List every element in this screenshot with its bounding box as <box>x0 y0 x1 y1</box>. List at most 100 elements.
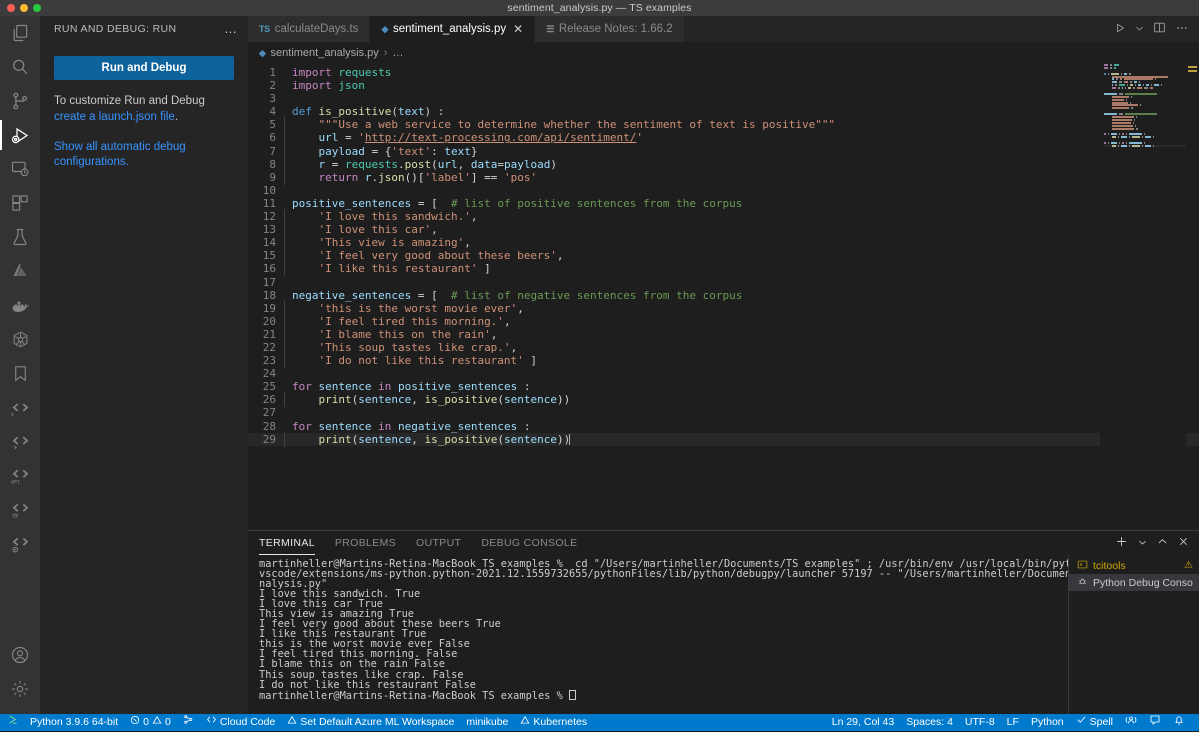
code-line[interactable]: 7 payload = {'text': text} <box>248 145 1199 158</box>
code-line[interactable]: 10 <box>248 184 1199 197</box>
sidebar-item-run-and-debug[interactable] <box>0 118 40 152</box>
code-content[interactable]: 1import requests2import json34def is_pos… <box>248 64 1199 446</box>
editor-tab-calculateDays[interactable]: TS calculateDays.ts <box>248 16 370 42</box>
code-editor[interactable]: 1import requests2import json34def is_pos… <box>248 64 1199 530</box>
close-window-button[interactable] <box>7 4 15 12</box>
code-line[interactable]: 15 'I feel very good about these beers', <box>248 249 1199 262</box>
sidebar-item-settings-sync[interactable] <box>0 526 40 560</box>
sidebar-item-search[interactable] <box>0 50 40 84</box>
status-spell-checker[interactable]: Spell <box>1070 714 1119 731</box>
sidebar-item-remote-explorer[interactable] <box>0 152 40 186</box>
panel-tab-terminal[interactable]: TERMINAL <box>259 531 325 555</box>
status-live-share-session[interactable] <box>1119 714 1143 731</box>
status-end-of-line[interactable]: LF <box>1001 714 1025 731</box>
maximize-window-button[interactable] <box>33 4 41 12</box>
code-line[interactable]: 21 'I blame this on the rain', <box>248 328 1199 341</box>
status-live-share[interactable] <box>177 714 200 731</box>
code-line[interactable]: 14 'This view is amazing', <box>248 236 1199 249</box>
sidebar-item-testing[interactable] <box>0 220 40 254</box>
status-minikube[interactable]: minikube <box>460 714 514 731</box>
terminal-output[interactable]: martinheller@Martins-Retina-MacBook TS e… <box>248 555 1068 714</box>
sidebar-more-actions-button[interactable]: … <box>220 24 242 34</box>
status-notifications[interactable] <box>1167 714 1191 731</box>
code-line[interactable]: 18negative_sentences = [ # list of negat… <box>248 289 1199 302</box>
editor-tab-release-notes[interactable]: ☰ Release Notes: 1.66.2 <box>535 16 684 42</box>
panel-tab-problems[interactable]: PROBLEMS <box>325 531 406 555</box>
code-line[interactable]: 20 'I feel tired this morning.', <box>248 315 1199 328</box>
code-line[interactable]: 2import json <box>248 79 1199 92</box>
sidebar-item-source-control[interactable] <box>0 84 40 118</box>
status-azure-ml-workspace[interactable]: Set Default Azure ML Workspace <box>281 714 460 731</box>
code-line[interactable]: 24 <box>248 367 1199 380</box>
code-line[interactable]: 29 print(sentence, is_positive(sentence)… <box>248 433 1199 446</box>
code-line[interactable]: 6 url = 'http://text-processing.com/api/… <box>248 131 1199 144</box>
status-problems[interactable]: 0 0 <box>124 714 177 731</box>
code-line[interactable]: 26 print(sentence, is_positive(sentence)… <box>248 393 1199 406</box>
sidebar-item-azure[interactable] <box>0 254 40 288</box>
panel-tab-output[interactable]: OUTPUT <box>406 531 471 555</box>
run-and-debug-button[interactable]: Run and Debug <box>54 56 234 80</box>
show-all-debug-configs-link[interactable]: Show all automatic debug configurations. <box>54 140 234 170</box>
code-line[interactable]: 3 <box>248 92 1199 105</box>
sidebar-item-rest-client[interactable]: 8 <box>0 390 40 424</box>
accounts-button[interactable] <box>0 638 40 672</box>
ellipsis-icon[interactable] <box>1175 21 1189 38</box>
terminal-prompt-line[interactable]: martinheller@Martins-Retina-MacBook TS e… <box>259 690 1068 700</box>
code-line[interactable]: 22 'This soup tastes like crap.', <box>248 341 1199 354</box>
chevron-down-icon[interactable] <box>1135 22 1144 36</box>
sidebar-item-thunder-client[interactable] <box>0 424 40 458</box>
window-controls[interactable] <box>0 4 41 12</box>
breadcrumb[interactable]: ◆ sentiment_analysis.py › … <box>248 42 1199 64</box>
close-icon[interactable] <box>1178 536 1189 550</box>
sidebar-item-docker[interactable] <box>0 288 40 322</box>
sidebar-item-database-client[interactable] <box>0 492 40 526</box>
status-cloud-code[interactable]: Cloud Code <box>200 714 281 731</box>
status-language-mode[interactable]: Python <box>1025 714 1070 731</box>
editor-tab-sentiment-analysis[interactable]: ◆ sentiment_analysis.py ✕ <box>370 16 535 42</box>
minimap[interactable] <box>1100 64 1186 530</box>
breadcrumb-file[interactable]: sentiment_analysis.py <box>271 47 379 59</box>
sidebar-item-api-tools[interactable]: API <box>0 458 40 492</box>
terminal-list-item-tcitools[interactable]: tcitools ⚠ <box>1069 557 1199 574</box>
sidebar-item-extensions[interactable] <box>0 186 40 220</box>
terminal-list-item-python-debug-console[interactable]: Python Debug Console <box>1069 574 1199 591</box>
code-line[interactable]: 8 r = requests.post(url, data=payload) <box>248 158 1199 171</box>
code-line[interactable]: 25for sentence in positive_sentences : <box>248 380 1199 393</box>
sidebar-item-kubernetes[interactable] <box>0 322 40 356</box>
play-icon[interactable] <box>1114 22 1126 37</box>
code-line[interactable]: 23 'I do not like this restaurant' ] <box>248 354 1199 367</box>
code-line[interactable]: 5 """Use a web service to determine whet… <box>248 118 1199 131</box>
status-indentation[interactable]: Spaces: 4 <box>900 714 959 731</box>
sidebar-item-explorer[interactable] <box>0 16 40 50</box>
manage-settings-button[interactable] <box>0 672 40 706</box>
code-line[interactable]: 28for sentence in negative_sentences : <box>248 420 1199 433</box>
code-line[interactable]: 9 return r.json()['label'] == 'pos' <box>248 171 1199 184</box>
code-line[interactable]: 27 <box>248 406 1199 419</box>
close-icon[interactable]: ✕ <box>513 24 523 34</box>
code-line[interactable]: 17 <box>248 276 1199 289</box>
code-line[interactable]: 12 'I love this sandwich.', <box>248 210 1199 223</box>
chevron-up-icon[interactable] <box>1157 536 1168 550</box>
code-line[interactable]: 19 'this is the worst movie ever', <box>248 302 1199 315</box>
plus-icon[interactable] <box>1115 535 1128 551</box>
status-kubernetes[interactable]: Kubernetes <box>514 714 593 731</box>
code-line[interactable]: 13 'I love this car', <box>248 223 1199 236</box>
status-remote-host[interactable] <box>0 714 24 731</box>
create-launch-json-link[interactable]: create a launch.json file <box>54 111 175 123</box>
breadcrumb-symbol[interactable]: … <box>392 47 403 59</box>
status-feedback[interactable] <box>1143 714 1167 731</box>
split-editor-icon[interactable] <box>1153 21 1166 37</box>
code-line[interactable]: 1import requests <box>248 66 1199 79</box>
minimize-window-button[interactable] <box>20 4 28 12</box>
overview-ruler[interactable] <box>1186 64 1199 530</box>
panel-tab-debug-console[interactable]: DEBUG CONSOLE <box>471 531 587 555</box>
status-cursor-position[interactable]: Ln 29, Col 43 <box>826 714 900 731</box>
status-python-interpreter[interactable]: Python 3.9.6 64-bit <box>24 714 124 731</box>
sidebar-item-bookmarks[interactable] <box>0 356 40 390</box>
chevron-down-icon[interactable] <box>1138 536 1147 550</box>
code-line[interactable]: 16 'I like this restaurant' ] <box>248 262 1199 275</box>
code-line[interactable]: 11positive_sentences = [ # list of posit… <box>248 197 1199 210</box>
status-encoding[interactable]: UTF-8 <box>959 714 1001 731</box>
code-line[interactable]: 4def is_positive(text) : <box>248 105 1199 118</box>
text-cursor <box>569 434 570 445</box>
